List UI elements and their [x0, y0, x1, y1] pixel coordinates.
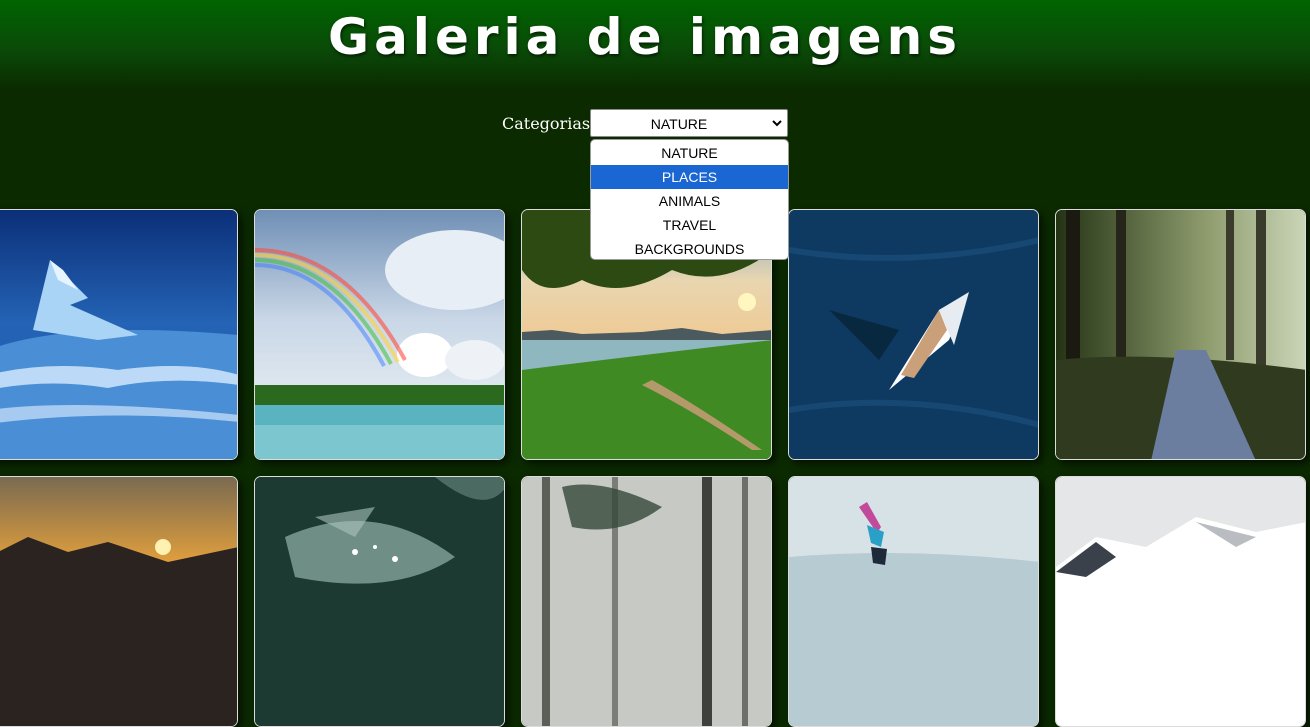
- gallery-image-forest-road[interactable]: [1055, 209, 1306, 460]
- option-backgrounds[interactable]: BACKGROUNDS: [591, 237, 788, 259]
- option-travel[interactable]: TRAVEL: [591, 213, 788, 237]
- category-select[interactable]: NATURE: [590, 109, 788, 137]
- page-title: Galeria de imagens: [328, 8, 962, 66]
- gallery-image-iceberg[interactable]: [0, 209, 238, 460]
- category-dropdown: NATURE PLACES ANIMALS TRAVEL BACKGROUNDS: [590, 139, 789, 260]
- option-animals[interactable]: ANIMALS: [591, 189, 788, 213]
- page-header: Galeria de imagens: [0, 0, 1310, 90]
- gallery-image-sailboat[interactable]: [788, 209, 1039, 460]
- option-nature[interactable]: NATURE: [591, 141, 788, 165]
- chevron-down-icon: [771, 113, 783, 136]
- gallery-image-snowy-mountain[interactable]: [1055, 476, 1306, 727]
- category-label: Categorias: [502, 114, 591, 133]
- option-places[interactable]: PLACES: [591, 165, 788, 189]
- gallery-image-rainbow[interactable]: [254, 209, 505, 460]
- gallery-image-kitesurfer[interactable]: [788, 476, 1039, 727]
- gallery-image-mountain-sunset[interactable]: [0, 476, 238, 727]
- gallery-image-leaf[interactable]: [254, 476, 505, 727]
- category-select-value: NATURE: [650, 116, 708, 132]
- gallery-image-misty-forest[interactable]: [521, 476, 772, 727]
